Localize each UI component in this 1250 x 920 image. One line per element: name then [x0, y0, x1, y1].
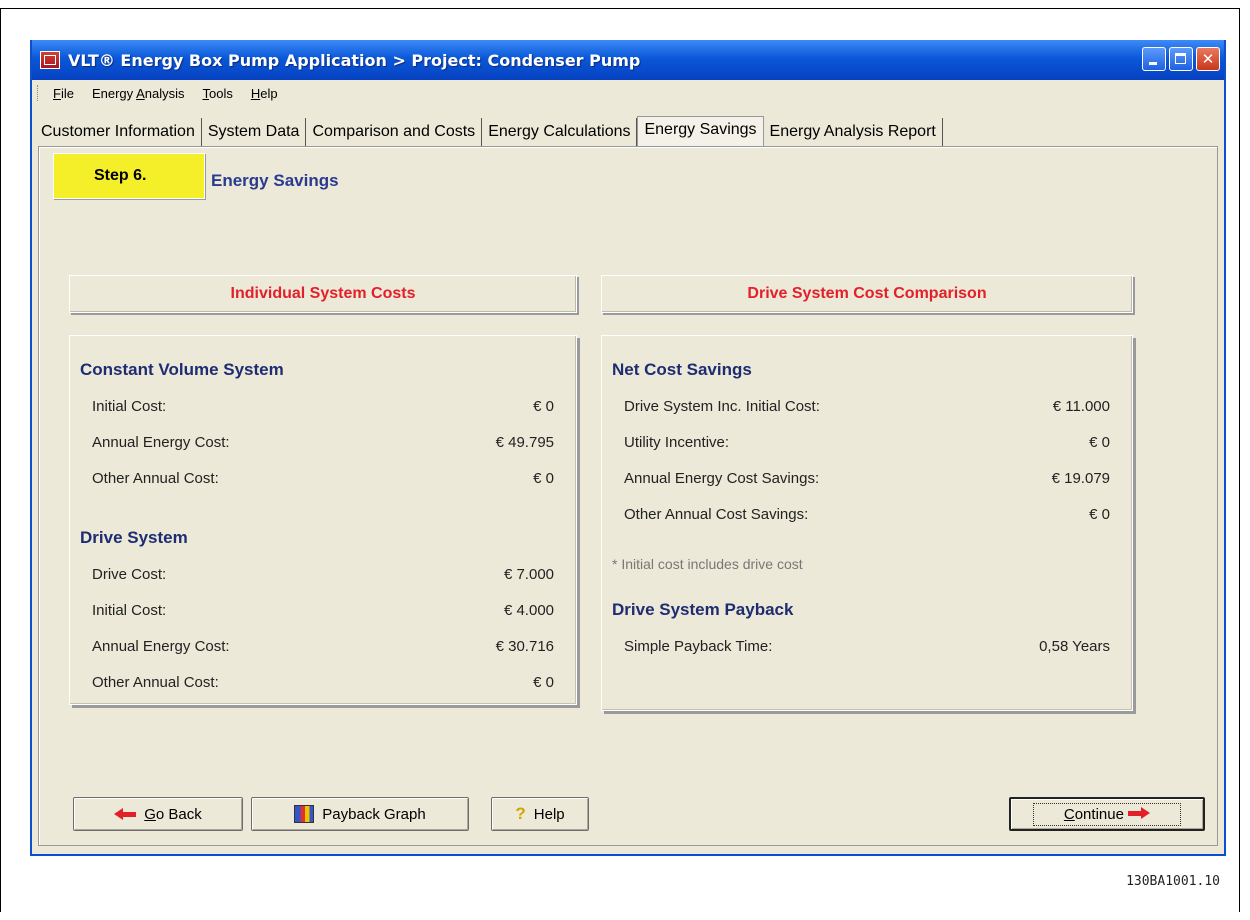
initial-cost-note: * Initial cost includes drive cost: [612, 556, 803, 572]
payback-graph-button[interactable]: Payback Graph: [251, 797, 469, 831]
table-row: Drive Cost: € 7.000: [92, 566, 554, 583]
window-title: VLT® Energy Box Pump Application > Proje…: [68, 50, 641, 70]
constant-volume-system-title: Constant Volume System: [80, 360, 284, 379]
maximize-button[interactable]: [1169, 47, 1193, 71]
individual-system-costs-panel: Constant Volume System Initial Cost: € 0 …: [69, 335, 577, 705]
tab-customer-information[interactable]: Customer Information: [40, 118, 202, 146]
page-title: Energy Savings: [211, 171, 339, 190]
menu-energy-analysis[interactable]: Energy Analysis: [83, 86, 194, 101]
drive-system-title: Drive System: [80, 528, 188, 547]
continue-button[interactable]: Continue: [1009, 797, 1205, 831]
drive-system-payback-title: Drive System Payback: [612, 600, 794, 619]
menu-help[interactable]: Help: [242, 86, 287, 101]
help-button[interactable]: ? Help: [491, 797, 589, 831]
drive-system-cost-comparison-header: Drive System Cost Comparison: [601, 275, 1133, 313]
tab-bar: Customer Information System Data Compari…: [40, 116, 1216, 146]
table-row: Initial Cost: € 0: [92, 398, 554, 415]
table-row: Annual Energy Cost: € 30.716: [92, 638, 554, 655]
close-icon: ✕: [1201, 50, 1215, 68]
table-row: Other Annual Cost: € 0: [92, 674, 554, 691]
bar-chart-icon: [294, 805, 315, 823]
app-icon: [40, 51, 60, 69]
minimize-button[interactable]: [1142, 47, 1166, 71]
maximize-icon: [1170, 48, 1192, 70]
individual-system-costs-header: Individual System Costs: [69, 275, 577, 313]
table-row: Simple Payback Time: 0,58 Years: [624, 638, 1110, 655]
menu-file[interactable]: File: [44, 86, 83, 101]
menu-tools[interactable]: Tools: [193, 86, 241, 101]
tab-energy-analysis-report[interactable]: Energy Analysis Report: [763, 118, 943, 146]
tab-comparison-and-costs[interactable]: Comparison and Costs: [306, 118, 483, 146]
close-button[interactable]: ✕: [1196, 47, 1220, 71]
title-bar[interactable]: VLT® Energy Box Pump Application > Proje…: [32, 40, 1224, 80]
menu-bar: File Energy Analysis Tools Help: [32, 80, 1224, 106]
window-controls: ✕: [1142, 47, 1220, 71]
table-row: Drive System Inc. Initial Cost: € 11.000: [624, 398, 1110, 415]
step-badge: Step 6.: [53, 153, 205, 199]
go-back-button[interactable]: Go Back: [73, 797, 243, 831]
table-row: Other Annual Cost: € 0: [92, 470, 554, 487]
minimize-icon: [1143, 48, 1165, 70]
table-row: Annual Energy Cost: € 49.795: [92, 434, 554, 451]
arrow-right-icon: [1128, 806, 1151, 819]
tab-system-data[interactable]: System Data: [201, 118, 307, 146]
table-row: Utility Incentive: € 0: [624, 434, 1110, 451]
net-cost-savings-title: Net Cost Savings: [612, 360, 752, 379]
tab-energy-savings[interactable]: Energy Savings: [637, 116, 764, 146]
question-mark-icon: ?: [515, 804, 526, 823]
table-row: Other Annual Cost Savings: € 0: [624, 506, 1110, 523]
document-id: 130BA1001.10: [1126, 874, 1220, 889]
tab-energy-calculations[interactable]: Energy Calculations: [482, 118, 638, 146]
table-row: Initial Cost: € 4.000: [92, 602, 554, 619]
table-row: Annual Energy Cost Savings: € 19.079: [624, 470, 1110, 487]
arrow-left-icon: [114, 808, 137, 820]
drive-system-cost-comparison-panel: Net Cost Savings Drive System Inc. Initi…: [601, 335, 1133, 711]
menu-grip[interactable]: [37, 85, 40, 101]
tab-content: Step 6. Energy Savings Individual System…: [38, 146, 1218, 846]
app-window: VLT® Energy Box Pump Application > Proje…: [30, 40, 1226, 856]
